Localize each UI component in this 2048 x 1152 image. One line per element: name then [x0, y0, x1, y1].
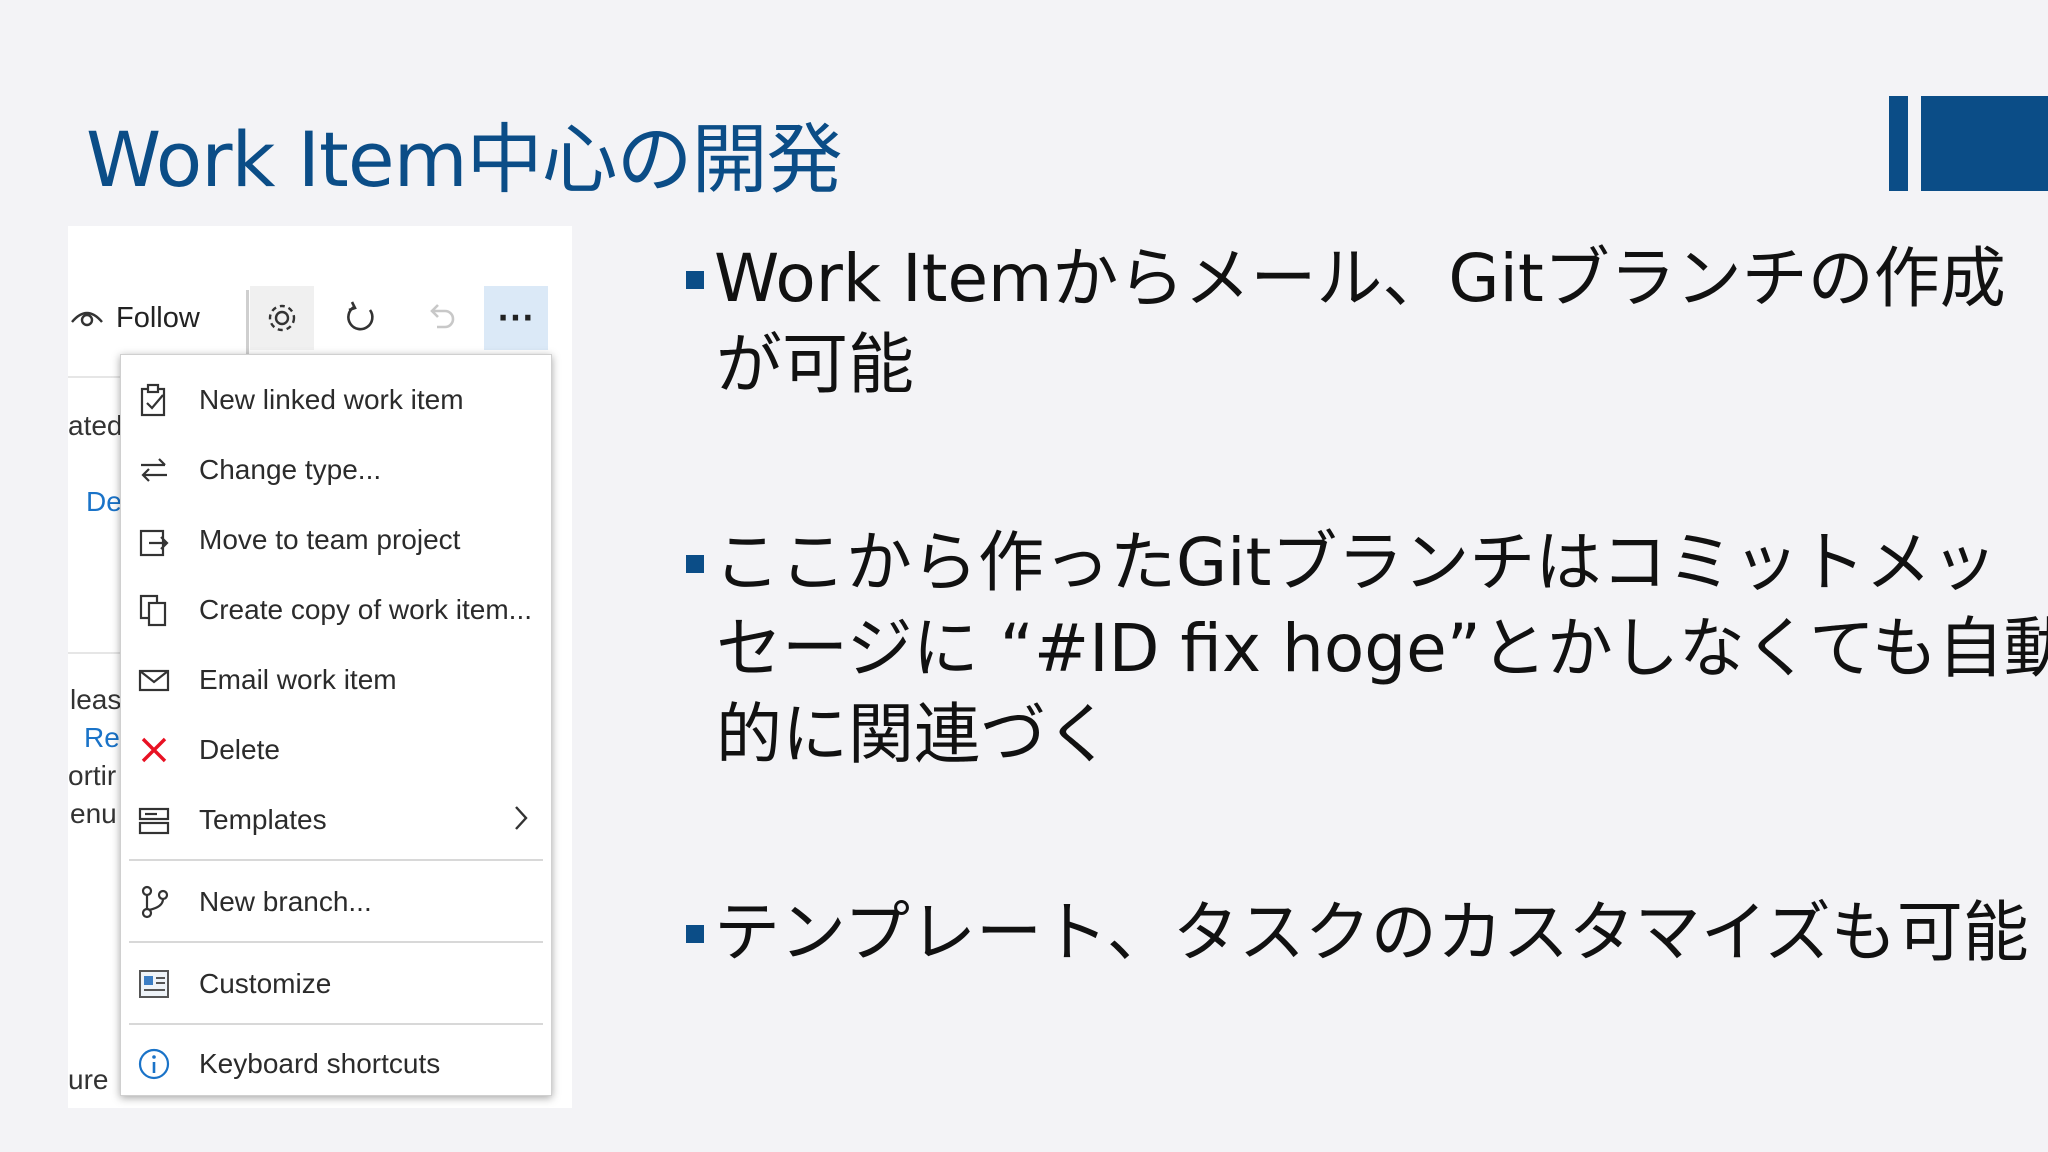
- move-icon: [135, 521, 173, 559]
- menu-separator: [129, 1023, 543, 1025]
- menu-item-new-branch[interactable]: New branch...: [121, 867, 551, 937]
- menu-item-label: Change type...: [199, 454, 382, 485]
- slide-title: Work Item中心の開発: [86, 115, 843, 204]
- follow-label: Follow: [116, 301, 200, 334]
- menu-item-label: Delete: [199, 734, 280, 765]
- eye-icon: [71, 311, 103, 327]
- menu-item-label: Move to team project: [199, 524, 461, 555]
- context-menu: New linked work item Change type... Move…: [120, 354, 552, 1096]
- clipped-text-fragment: enu: [70, 798, 117, 829]
- menu-item-label: Email work item: [199, 664, 397, 695]
- bullet-item: Work Itemからメール、Gitブランチの作成 が可能: [686, 236, 2006, 408]
- embedded-screenshot: ated De leas Re ortir enu ure Follow ···…: [68, 226, 572, 1108]
- divider: [68, 652, 120, 654]
- bullet-marker: [686, 925, 704, 943]
- toolbar-separator: [246, 290, 249, 354]
- more-actions-button[interactable]: ···: [484, 286, 548, 350]
- bullet-line: が可能: [716, 326, 914, 403]
- clipped-text-fragment: ortir: [68, 760, 117, 791]
- bullet-line: ここから作ったGitブランチはコミットメッ: [714, 524, 1998, 601]
- menu-item-label: Customize: [199, 968, 332, 999]
- undo-icon: [430, 304, 455, 329]
- menu-item-new-linked-work-item[interactable]: New linked work item: [121, 365, 551, 435]
- delete-x-icon: [135, 731, 173, 769]
- chevron-right-icon: [511, 803, 531, 837]
- follow-button[interactable]: Follow: [68, 286, 248, 350]
- bullet-line: Work Itemからメール、Gitブランチの作成: [714, 240, 2006, 317]
- menu-item-label: New linked work item: [199, 384, 464, 415]
- gear-icon: [268, 304, 296, 332]
- decorative-bar-wide: [1921, 96, 2048, 191]
- swap-arrows-icon: [135, 451, 173, 489]
- bullet-marker: [686, 555, 704, 573]
- clipboard-check-icon: [135, 381, 173, 419]
- copy-icon: [135, 591, 173, 629]
- info-icon: [135, 1045, 173, 1083]
- clipped-text-fragment: ated: [68, 410, 123, 441]
- bullet-line: セージに “#ID fix hoge”とかしなくても自動: [716, 610, 2048, 687]
- clipped-text-fragment: De: [86, 486, 122, 517]
- more-icon: ···: [497, 300, 535, 336]
- undo-button[interactable]: [408, 286, 472, 350]
- mail-icon: [135, 661, 173, 699]
- customize-icon: [135, 965, 173, 1003]
- menu-item-templates[interactable]: Templates: [121, 785, 551, 855]
- bullet-line: テンプレート、タスクのカスタマイズも可能: [714, 894, 2029, 971]
- menu-item-delete[interactable]: Delete: [121, 715, 551, 785]
- menu-item-label: Templates: [199, 804, 327, 835]
- menu-item-keyboard-shortcuts[interactable]: Keyboard shortcuts: [121, 1029, 551, 1099]
- menu-item-email-work-item[interactable]: Email work item: [121, 645, 551, 715]
- menu-item-change-type[interactable]: Change type...: [121, 435, 551, 505]
- clipped-text-fragment: leas: [70, 684, 122, 715]
- menu-item-label: New branch...: [199, 886, 372, 917]
- template-icon: [135, 801, 173, 839]
- clipped-text-fragment: ure: [68, 1064, 109, 1095]
- menu-separator: [129, 941, 543, 943]
- branch-icon: [135, 883, 173, 921]
- divider: [68, 376, 120, 378]
- refresh-icon: [347, 301, 374, 331]
- menu-item-label: Create copy of work item...: [199, 594, 533, 625]
- clipped-text-fragment: Re: [84, 722, 120, 753]
- settings-button[interactable]: [250, 286, 314, 350]
- bullet-item: ここから作ったGitブランチはコミットメッ セージに “#ID fix hoge…: [686, 520, 2048, 778]
- decorative-bar-thin: [1889, 96, 1908, 191]
- refresh-button[interactable]: [328, 286, 392, 350]
- menu-item-move-to-team-project[interactable]: Move to team project: [121, 505, 551, 575]
- bullet-item: テンプレート、タスクのカスタマイズも可能: [686, 890, 2029, 976]
- menu-item-customize[interactable]: Customize: [121, 949, 551, 1019]
- bullet-marker: [686, 271, 704, 289]
- menu-item-label: Keyboard shortcuts: [199, 1048, 441, 1079]
- bullet-line: 的に関連づく: [716, 696, 1112, 773]
- menu-item-create-copy[interactable]: Create copy of work item...: [121, 575, 551, 645]
- work-item-toolbar: Follow ···: [68, 286, 551, 354]
- menu-separator: [129, 859, 543, 861]
